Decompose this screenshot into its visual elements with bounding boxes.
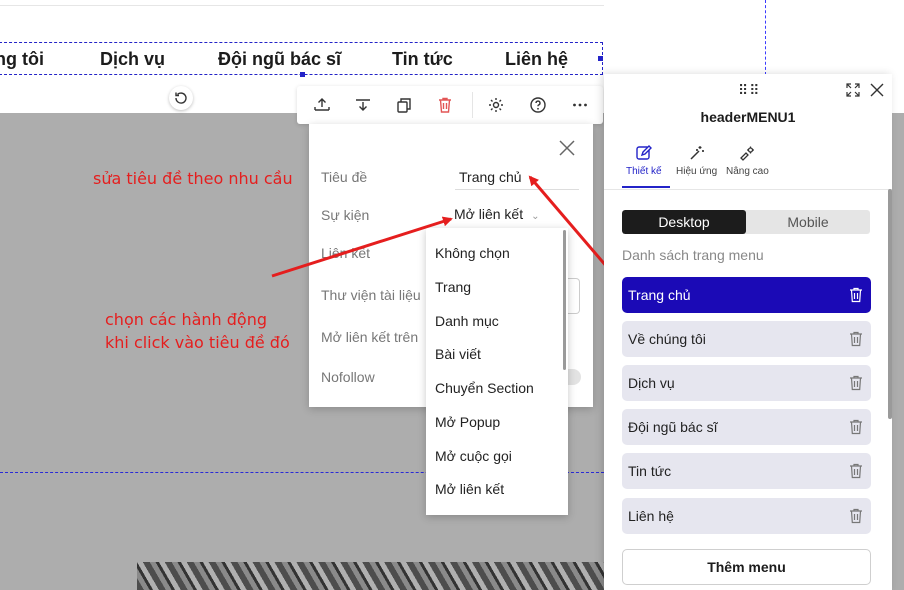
trash-icon[interactable] (849, 375, 863, 391)
section-image (137, 562, 604, 590)
close-icon (559, 140, 575, 156)
expand-icon (846, 83, 860, 97)
menu-list-heading: Danh sách trang menu (622, 247, 764, 263)
settings-panel: ⠿⠿ headerMENU1 Thiết kế Hiệu ứng Nâng ca… (604, 74, 892, 590)
more-icon (573, 103, 587, 107)
dropdown-option[interactable]: Chuyển Section (435, 380, 534, 396)
dropdown-option[interactable]: Danh mục (435, 313, 499, 329)
dropdown-option[interactable]: Trang (435, 279, 471, 295)
nav-item[interactable]: Đội ngũ bác sĩ (218, 49, 341, 70)
trash-icon[interactable] (849, 287, 863, 303)
open-in-label: Mở liên kết trên (321, 329, 419, 345)
element-toolbar (297, 86, 603, 124)
delete-button[interactable] (433, 94, 457, 116)
duplicate-icon (397, 98, 411, 113)
active-tab-indicator (622, 186, 670, 188)
menu-item-label: Đội ngũ bác sĩ (628, 419, 718, 435)
close-icon (870, 83, 884, 97)
event-select-value: Mở liên kết (454, 206, 524, 222)
mobile-toggle[interactable]: Mobile (746, 210, 870, 234)
rotate-button[interactable] (169, 86, 193, 110)
guide-line-vertical (765, 0, 766, 75)
annotation-choose-action: chọn các hành động (105, 310, 267, 329)
menu-item-label: Dịch vụ (628, 375, 675, 391)
nofollow-label: Nofollow (321, 369, 375, 385)
dropdown-scrollbar[interactable] (563, 230, 566, 370)
event-select[interactable]: Mở liên kết ⌄ (454, 206, 539, 222)
close-panel-button[interactable] (870, 83, 884, 97)
menu-list-item[interactable]: Liên hệ (622, 498, 871, 534)
trash-icon[interactable] (849, 508, 863, 524)
toolbar-divider (472, 92, 473, 118)
more-button[interactable] (568, 94, 592, 116)
trash-icon[interactable] (849, 419, 863, 435)
tab-effects-label: Hiệu ứng (676, 166, 718, 177)
dropdown-option[interactable]: Bài viết (435, 346, 481, 362)
tab-design[interactable]: Thiết kế (626, 144, 662, 177)
dropdown-option[interactable]: Mở liên kết (435, 481, 504, 497)
panel-scrollbar[interactable] (888, 189, 892, 419)
move-up-icon (314, 98, 330, 111)
desktop-toggle[interactable]: Desktop (622, 210, 746, 234)
menu-item-label: Liên hệ (628, 508, 674, 524)
nav-item[interactable]: Liên hệ (505, 49, 568, 70)
move-down-button[interactable] (351, 94, 375, 116)
chevron-down-icon: ⌄ (531, 211, 540, 222)
tab-advanced-label: Nâng cao (726, 166, 769, 177)
menu-list-item[interactable]: Tin tức (622, 453, 871, 489)
menu-item-label: Trang chủ (628, 287, 691, 303)
menu-list-item[interactable]: Về chúng tôi (622, 321, 871, 357)
dropdown-option[interactable]: Không chọn (435, 245, 510, 261)
dropdown-option[interactable]: Mở Popup (435, 414, 500, 430)
device-toggle: Desktop Mobile (622, 210, 870, 234)
panel-title: headerMENU1 (700, 109, 796, 125)
link-label: Liên kết (321, 245, 371, 261)
add-menu-button[interactable]: Thêm menu (622, 549, 871, 585)
rotate-icon (175, 92, 187, 104)
nav-item[interactable]: ng tôi (0, 49, 44, 70)
magic-wand-icon (690, 146, 704, 160)
resize-handle[interactable] (598, 56, 603, 61)
dropdown-option[interactable]: Mở cuộc gọi (435, 448, 512, 464)
menu-list-item[interactable]: Dịch vụ (622, 365, 871, 401)
header-menu-element[interactable]: ng tôi Dịch vụ Đội ngũ bác sĩ Tin tức Li… (0, 42, 603, 75)
drag-handle-icon[interactable]: ⠿⠿ (738, 82, 761, 99)
menu-item-label: Tin tức (628, 463, 672, 479)
trash-icon[interactable] (849, 331, 863, 347)
expand-button[interactable] (846, 83, 860, 97)
move-down-icon (356, 99, 370, 111)
event-label: Sự kiện (321, 207, 370, 223)
help-icon (530, 97, 546, 113)
title-label: Tiêu đề (321, 169, 368, 185)
nav-item[interactable]: Dịch vụ (100, 49, 165, 70)
menu-list-item[interactable]: Đội ngũ bác sĩ (622, 409, 871, 445)
event-dropdown: Không chọn Trang Danh mục Bài viết Chuyể… (426, 228, 568, 515)
delete-icon (439, 97, 451, 113)
resize-handle[interactable] (300, 72, 305, 77)
panel-divider (604, 189, 892, 190)
tab-effects[interactable]: Hiệu ứng (676, 144, 717, 177)
move-up-button[interactable] (310, 94, 334, 116)
duplicate-button[interactable] (392, 94, 416, 116)
annotation-choose-action-2: khi click vào tiêu đề đó (105, 333, 290, 352)
menu-list-item[interactable]: Trang chủ (622, 277, 871, 313)
library-label: Thư viện tài liệu (321, 287, 421, 303)
edit-icon (636, 145, 652, 160)
trash-icon[interactable] (849, 463, 863, 479)
close-popup-button[interactable] (557, 138, 577, 158)
tab-advanced[interactable]: Nâng cao (726, 144, 769, 177)
annotation-edit-title: sửa tiêu đề theo nhu cầu (93, 169, 293, 188)
settings-button[interactable] (484, 94, 508, 116)
guide-line (0, 5, 604, 6)
nav-item[interactable]: Tin tức (392, 49, 453, 70)
settings-icon (489, 98, 503, 112)
title-input[interactable]: Trang chủ (455, 164, 579, 190)
advanced-settings-icon (740, 146, 755, 161)
menu-item-label: Về chúng tôi (628, 331, 706, 347)
tab-design-label: Thiết kế (626, 166, 662, 177)
help-button[interactable] (526, 94, 550, 116)
